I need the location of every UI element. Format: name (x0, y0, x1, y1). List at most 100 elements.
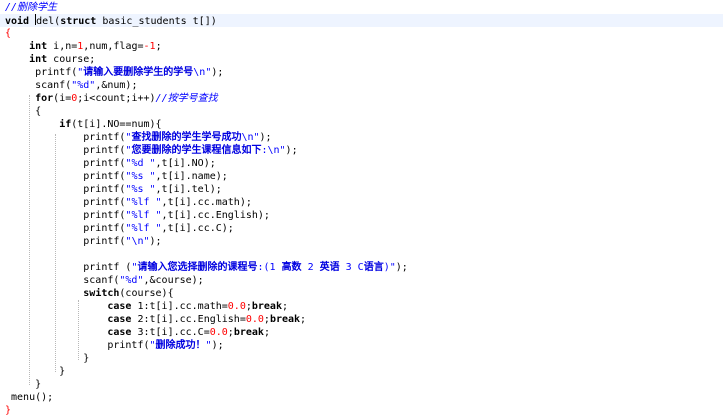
code-token: } (5, 405, 12, 416)
code-token: ); (259, 132, 272, 143)
code-token: case (107, 327, 132, 338)
code-line[interactable]: if(t[i].NO==num){ (0, 118, 723, 131)
code-token: scanf( (5, 80, 72, 91)
code-token: break (269, 314, 301, 325)
code-token: ; (281, 301, 289, 312)
code-line[interactable]: switch(course){ (0, 287, 723, 300)
code-token: ,t[i].name); (155, 171, 228, 182)
code-token: ,t[i].cc.math); (161, 197, 252, 208)
code-token: 请输入要删除学生的学号 (83, 67, 194, 78)
code-token: //删除学生 (5, 2, 58, 13)
code-line[interactable]: } (0, 352, 723, 365)
code-token: course; (47, 54, 96, 65)
code-line[interactable]: printf ("请输入您选择删除的课程号:(1 高数 2 英语 3 C语言)"… (0, 261, 723, 274)
code-token: -1 (143, 41, 156, 52)
code-token: "%d " (125, 158, 156, 169)
code-line[interactable]: printf("%s ",t[i].tel); (0, 183, 723, 196)
code-token: 语言 (363, 262, 384, 273)
code-token: 0.0 (227, 301, 246, 312)
code-token: struct (60, 16, 97, 27)
code-line[interactable]: printf("%s ",t[i].name); (0, 170, 723, 183)
code-line[interactable] (0, 248, 723, 261)
code-line[interactable]: printf("查找删除的学生学号成功\n"); (0, 131, 723, 144)
code-token: ,&num); (95, 80, 138, 91)
code-token: if (59, 119, 72, 130)
code-line[interactable]: scanf("%d",&num); (0, 79, 723, 92)
code-token: basic_students t[]) (96, 16, 217, 27)
code-line[interactable]: } (0, 404, 723, 417)
code-token: (t[i].NO==num){ (71, 119, 162, 130)
code-token: case (107, 301, 132, 312)
code-token: "%d" (71, 80, 96, 91)
code-token: { (5, 28, 12, 39)
code-token: break (251, 301, 282, 312)
code-token: 3 C (339, 262, 364, 273)
code-line[interactable]: printf("%lf ",t[i].cc.English); (0, 209, 723, 222)
code-line[interactable]: for(i=0;i<count;i++)//按学号查找 (0, 92, 723, 105)
code-line[interactable]: } (0, 365, 723, 378)
code-token: { (5, 106, 42, 117)
code-token: printf( (5, 223, 126, 234)
code-line[interactable]: void del(struct basic_students t[]) (0, 14, 723, 27)
code-line[interactable]: int i,n=1,num,flag=-1; (0, 40, 723, 53)
code-line[interactable]: printf("%d ",t[i].NO); (0, 157, 723, 170)
code-token: 删除成功！ (155, 340, 206, 351)
code-line[interactable]: printf("请输入要删除学生的学号\n"); (0, 66, 723, 79)
code-token: //按学号查找 (155, 93, 218, 104)
code-token: ,t[i].cc.C); (161, 223, 234, 234)
code-token: 0.0 (245, 314, 264, 325)
code-token: } (5, 353, 90, 364)
code-token: "\n" (125, 236, 150, 247)
code-token: 2 (301, 262, 320, 273)
code-line[interactable]: case 2:t[i].cc.English=0.0;break; (0, 313, 723, 326)
code-line[interactable]: //删除学生 (0, 1, 723, 14)
code-line[interactable]: case 3:t[i].cc.C=0.0;break; (0, 326, 723, 339)
code-token: } (5, 379, 42, 390)
code-line[interactable]: printf("删除成功！"); (0, 339, 723, 352)
code-token: printf( (5, 132, 126, 143)
code-token: printf ( (5, 262, 132, 273)
code-line[interactable]: printf("%lf ",t[i].cc.math); (0, 196, 723, 209)
code-token: ); (395, 262, 408, 273)
code-line[interactable]: case 1:t[i].cc.math=0.0;break; (0, 300, 723, 313)
code-token: 英语 (319, 262, 340, 273)
code-line[interactable]: } (0, 378, 723, 391)
code-line[interactable]: printf("您要删除的学生课程信息如下:\n"); (0, 144, 723, 157)
code-line[interactable]: int course; (0, 53, 723, 66)
code-line[interactable]: menu(); (0, 391, 723, 404)
code-token: ); (211, 340, 224, 351)
code-line[interactable]: scanf("%d",&course); (0, 274, 723, 287)
code-token: printf( (5, 67, 78, 78)
code-token: 2:t[i].cc.English= (131, 314, 246, 325)
code-token: )" (383, 262, 396, 273)
code-token: "%s " (125, 171, 156, 182)
code-token: printf( (5, 210, 126, 221)
code-line[interactable]: printf("%lf ",t[i].cc.C); (0, 222, 723, 235)
code-line[interactable]: { (0, 105, 723, 118)
code-token: ,&course); (143, 275, 204, 286)
code-line[interactable]: printf("\n"); (0, 235, 723, 248)
code-token: case (107, 314, 132, 325)
code-token: 您要删除的学生课程信息如下 (131, 145, 262, 156)
code-token: ); (149, 236, 162, 247)
code-token: printf( (5, 236, 126, 247)
code-line[interactable]: { (0, 27, 723, 40)
code-token: 请输入您选择删除的课程号 (137, 262, 258, 273)
code-token: ,t[i].cc.English); (161, 210, 270, 221)
code-token: 查找删除的学生学号成功 (131, 132, 242, 143)
code-editor[interactable]: //删除学生 void del(struct basic_students t[]… (0, 0, 723, 416)
code-token: } (5, 366, 66, 377)
code-token: ; (155, 41, 162, 52)
code-token: 3:t[i].cc.C= (131, 327, 210, 338)
code-token: scanf( (5, 275, 120, 286)
code-token: ,t[i].tel); (155, 184, 222, 195)
code-token: "%s " (125, 184, 156, 195)
code-token: menu(); (5, 392, 54, 403)
code-token: ,t[i].NO); (155, 158, 216, 169)
